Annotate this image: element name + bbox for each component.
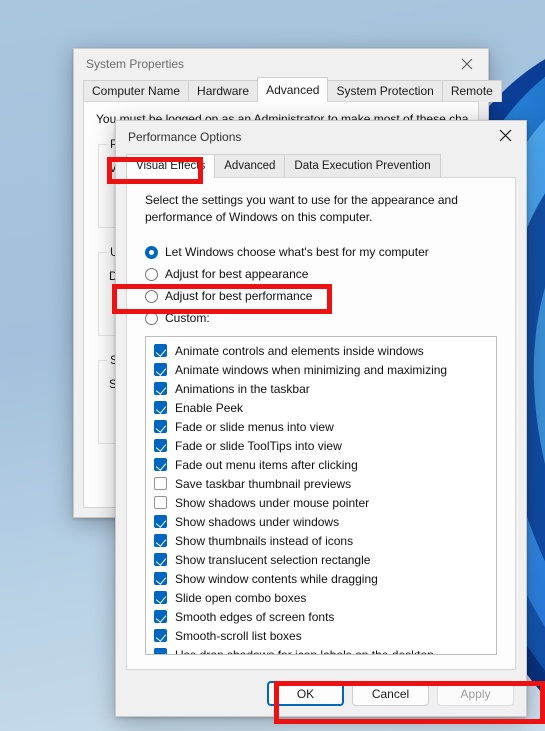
visual-effect-item[interactable]: Fade or slide ToolTips into view [146,436,496,455]
visual-effect-item[interactable]: Fade out menu items after clicking [146,455,496,474]
checkbox-unchecked[interactable] [154,477,167,490]
visual-effect-item[interactable]: Smooth edges of screen fonts [146,607,496,626]
checkbox-checked[interactable] [154,439,167,452]
visual-effect-item[interactable]: Smooth-scroll list boxes [146,626,496,645]
checkbox-checked[interactable] [154,534,167,547]
system-properties-title: System Properties [86,57,185,71]
visual-effect-item[interactable]: Use drop shadows for icon labels on the … [146,645,496,655]
visual-effects-list[interactable]: Animate controls and elements inside win… [145,336,497,655]
performance-options-title: Performance Options [128,130,242,144]
visual-effect-label: Use drop shadows for icon labels on the … [175,647,434,655]
close-icon[interactable] [446,49,488,78]
visual-effect-label: Show thumbnails instead of icons [175,533,354,548]
tab-system-protection[interactable]: System Protection [327,80,443,102]
visual-effect-label: Save taskbar thumbnail previews [175,476,352,491]
checkbox-checked[interactable] [154,420,167,433]
checkbox-checked[interactable] [154,401,167,414]
checkbox-checked[interactable] [154,629,167,642]
radio-indicator [145,311,158,325]
visual-effect-label: Show shadows under mouse pointer [175,495,370,510]
visual-effect-item[interactable]: Show shadows under windows [146,512,496,531]
checkbox-checked[interactable] [154,591,167,604]
radio-indicator-selected [145,245,158,259]
checkbox-unchecked[interactable] [154,496,167,509]
visual-effect-item[interactable]: Show window contents while dragging [146,569,496,588]
checkbox-checked[interactable] [154,382,167,395]
visual-effect-item[interactable]: Animate controls and elements inside win… [146,341,496,360]
visual-effect-label: Fade out menu items after clicking [175,457,358,472]
visual-effect-label: Show shadows under windows [175,514,340,529]
radio-label: Custom: [165,311,210,325]
visual-effect-label: Animations in the taskbar [175,381,310,396]
visual-effect-item[interactable]: Show translucent selection rectangle [146,550,496,569]
visual-effect-label: Show translucent selection rectangle [175,552,371,567]
checkbox-checked[interactable] [154,515,167,528]
radio-custom[interactable]: Custom: [145,307,501,329]
visual-effect-label: Enable Peek [175,400,244,415]
tab-computer-name[interactable]: Computer Name [83,80,190,102]
visual-effect-item[interactable]: Slide open combo boxes [146,588,496,607]
tab-hardware[interactable]: Hardware [188,80,259,102]
cancel-button[interactable]: Cancel [352,681,429,706]
radio-indicator [145,267,158,281]
close-icon[interactable] [484,121,526,150]
visual-effect-label: Animate windows when minimizing and maxi… [175,362,448,377]
checkbox-checked[interactable] [154,648,167,654]
apply-button: Apply [437,681,514,706]
tab-advanced[interactable]: Advanced [214,154,286,178]
system-properties-titlebar[interactable]: System Properties [74,49,488,79]
tab-data-execution-prevention[interactable]: Data Execution Prevention [284,154,441,178]
performance-options-tabstrip[interactable]: Visual Effects Advanced Data Execution P… [116,154,526,178]
visual-effect-label: Show window contents while dragging [175,571,378,586]
visual-effects-radio-group[interactable]: Let Windows choose what's best for my co… [145,241,501,329]
checkbox-checked[interactable] [154,572,167,585]
visual-effect-label: Smooth-scroll list boxes [175,628,302,643]
visual-effect-item[interactable]: Fade or slide menus into view [146,417,496,436]
tab-visual-effects[interactable]: Visual Effects [126,154,216,178]
radio-label: Adjust for best appearance [165,267,309,281]
visual-effect-item[interactable]: Enable Peek [146,398,496,417]
checkbox-checked[interactable] [154,610,167,623]
visual-effect-label: Slide open combo boxes [175,590,307,605]
visual-effect-item[interactable]: Show thumbnails instead of icons [146,531,496,550]
visual-effect-label: Fade or slide ToolTips into view [175,438,342,453]
performance-options-footer: OK Cancel Apply [267,681,514,706]
visual-effect-label: Smooth edges of screen fonts [175,609,335,624]
performance-options-dialog[interactable]: Performance Options Visual Effects Advan… [115,120,527,717]
checkbox-checked[interactable] [154,344,167,357]
checkbox-checked[interactable] [154,458,167,471]
visual-effect-label: Animate controls and elements inside win… [175,343,424,358]
tab-advanced[interactable]: Advanced [257,77,329,102]
radio-adjust-best-performance[interactable]: Adjust for best performance [145,285,501,307]
radio-let-windows-choose[interactable]: Let Windows choose what's best for my co… [145,241,501,263]
visual-effects-description: Select the settings you want to use for … [145,193,458,224]
checkbox-checked[interactable] [154,363,167,376]
performance-options-titlebar[interactable]: Performance Options [116,121,526,151]
visual-effects-page: Select the settings you want to use for … [126,177,516,670]
radio-label: Let Windows choose what's best for my co… [165,245,429,259]
visual-effect-item[interactable]: Animate windows when minimizing and maxi… [146,360,496,379]
radio-adjust-best-appearance[interactable]: Adjust for best appearance [145,263,501,285]
tab-remote[interactable]: Remote [441,80,502,102]
system-properties-tabstrip[interactable]: Computer Name Hardware Advanced System P… [74,77,502,102]
visual-effect-item[interactable]: Show shadows under mouse pointer [146,493,496,512]
radio-label: Adjust for best performance [165,289,313,303]
visual-effect-label: Fade or slide menus into view [175,419,334,434]
checkbox-checked[interactable] [154,553,167,566]
ok-button[interactable]: OK [267,681,344,706]
visual-effect-item[interactable]: Animations in the taskbar [146,379,496,398]
visual-effect-item[interactable]: Save taskbar thumbnail previews [146,474,496,493]
radio-indicator [145,289,158,303]
